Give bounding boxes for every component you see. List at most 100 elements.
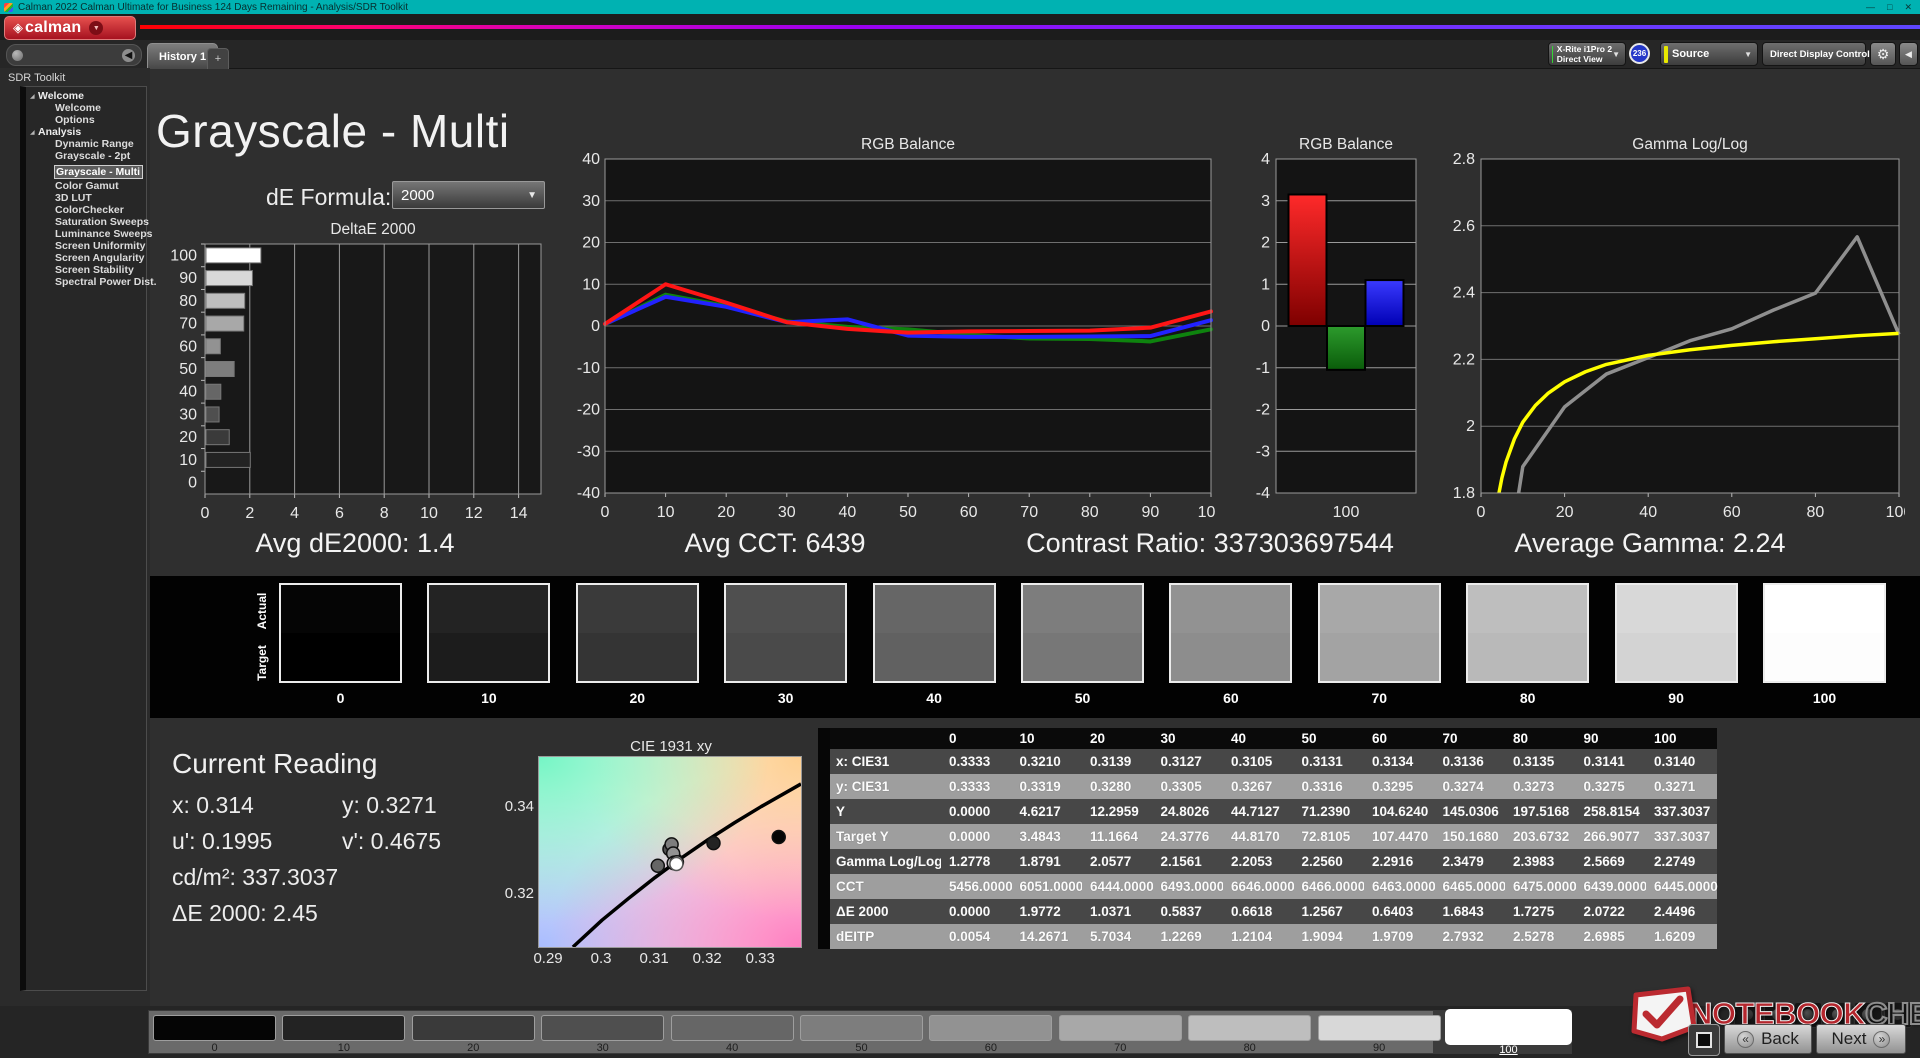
cie-y-tick: 0.34 xyxy=(496,798,534,815)
table-cell: 0.3280 xyxy=(1082,774,1153,799)
stop-button[interactable] xyxy=(1688,1024,1720,1056)
grayscale-level-button-40[interactable]: 40 xyxy=(671,1013,794,1053)
sidebar-item-dynamic-range[interactable]: Dynamic Range xyxy=(55,138,146,150)
grayscale-level-button-10[interactable]: 10 xyxy=(282,1013,405,1053)
table-cell: 1.9709 xyxy=(1364,924,1435,949)
sidebar-item-welcome[interactable]: Welcome xyxy=(55,102,146,114)
sidebar-item-screen-angularity[interactable]: Screen Angularity xyxy=(55,252,146,264)
stat-avg-de2000: Avg dE2000: 1.4 xyxy=(150,528,560,564)
grayscale-level-button-60[interactable]: 60 xyxy=(929,1013,1052,1053)
svg-text:2.6: 2.6 xyxy=(1453,218,1475,235)
source-dropdown[interactable]: Source ▼ xyxy=(1660,42,1758,66)
table-cell: 0.3136 xyxy=(1435,749,1506,774)
svg-text:4: 4 xyxy=(1261,151,1270,168)
close-button[interactable]: ✕ xyxy=(1904,2,1912,13)
level-button-swatch xyxy=(1059,1015,1182,1041)
calman-menu-button[interactable]: ◈ calman ▼ xyxy=(4,16,136,40)
table-cell: 2.3983 xyxy=(1505,849,1576,874)
target-row-label: Target xyxy=(255,645,269,681)
svg-text:2.4: 2.4 xyxy=(1453,285,1475,302)
svg-text:20: 20 xyxy=(717,504,735,521)
add-tab-button[interactable]: + xyxy=(207,48,229,69)
table-cell: 104.6240 xyxy=(1364,799,1435,824)
de-formula-dropdown[interactable]: 2000 ▼ xyxy=(392,181,545,209)
rgb-balance-bar-chart: RGB Balance43210-1-2-3-4100 xyxy=(1240,133,1422,532)
table-cell: 0.3139 xyxy=(1082,749,1153,774)
minimize-button[interactable]: — xyxy=(1866,2,1875,13)
next-label: Next xyxy=(1832,1029,1867,1049)
sidebar-item-saturation-sweeps[interactable]: Saturation Sweeps xyxy=(55,216,146,228)
chevron-left-icon: ◀ xyxy=(1905,49,1912,60)
level-button-label: 80 xyxy=(1188,1042,1311,1054)
grayscale-level-button-0[interactable]: 0 xyxy=(153,1013,276,1053)
maximize-button[interactable]: □ xyxy=(1887,2,1892,13)
grayscale-swatch-80 xyxy=(1466,583,1589,683)
grayscale-swatch-70 xyxy=(1318,583,1441,683)
sidebar-item-3d-lut[interactable]: 3D LUT xyxy=(55,192,146,204)
sidebar-item-options[interactable]: Options xyxy=(55,114,146,126)
table-cell: 2.2560 xyxy=(1294,849,1365,874)
sidebar-item-color-gamut[interactable]: Color Gamut xyxy=(55,180,146,192)
table-cell: 266.9077 xyxy=(1576,824,1647,849)
reading-u: u': 0.1995 xyxy=(172,828,342,855)
app-icon xyxy=(4,3,13,12)
svg-text:-10: -10 xyxy=(577,360,600,377)
meter-dropdown[interactable]: X-Rite i1Pro 2 Direct View ▼ xyxy=(1548,42,1626,66)
sidebar-item-screen-uniformity[interactable]: Screen Uniformity xyxy=(55,240,146,252)
grayscale-level-button-20[interactable]: 20 xyxy=(412,1013,535,1053)
next-button[interactable]: Next » xyxy=(1816,1024,1906,1054)
grayscale-level-button-100[interactable]: 100 xyxy=(1447,1013,1570,1053)
level-button-swatch xyxy=(671,1015,794,1041)
back-button[interactable]: « Back xyxy=(1724,1024,1812,1054)
sidebar-item-luminance-sweeps[interactable]: Luminance Sweeps xyxy=(55,228,146,240)
display-control-dropdown[interactable]: Direct Display Control ▼ xyxy=(1762,42,1866,66)
table-cell: 1.0371 xyxy=(1082,899,1153,924)
table-cell: 107.4470 xyxy=(1364,824,1435,849)
deltae-2000-chart: DeltaE 200002468101214100908070605040302… xyxy=(163,218,547,535)
tab-row: ◀ History 1 + X-Rite i1Pro 2 Direct View… xyxy=(0,40,1920,69)
grayscale-level-button-90[interactable]: 90 xyxy=(1318,1013,1441,1053)
reading-y: y: 0.3271 xyxy=(342,792,441,819)
grayscale-level-button-80[interactable]: 80 xyxy=(1188,1013,1311,1053)
meter-status-edge xyxy=(1552,46,1553,63)
level-button-swatch xyxy=(1188,1015,1311,1041)
grayscale-level-button-70[interactable]: 70 xyxy=(1059,1013,1182,1053)
chevron-down-icon: ▼ xyxy=(1612,50,1620,59)
svg-text:70: 70 xyxy=(1020,504,1038,521)
swatch-level-label: 10 xyxy=(427,690,550,706)
sidebar-item-grayscale-multi[interactable]: Grayscale - Multi xyxy=(54,165,143,179)
media-button-knob-icon xyxy=(1832,1009,1843,1020)
svg-text:10: 10 xyxy=(582,276,600,293)
swatch-level-label: 40 xyxy=(873,690,996,706)
grayscale-swatch-30 xyxy=(724,583,847,683)
stat-average-gamma: Average Gamma: 2.24 xyxy=(1430,528,1870,564)
collapse-toolbar-button[interactable]: ◀ xyxy=(1899,42,1918,66)
sidebar-item-colorchecker[interactable]: ColorChecker xyxy=(55,204,146,216)
sidebar-group-welcome[interactable]: ◢Welcome xyxy=(26,90,146,102)
chevron-down-icon: ▼ xyxy=(1744,50,1752,59)
table-row-label: dEITP xyxy=(830,924,941,949)
grayscale-level-panel: 010203040 50 6070 80 90 100 xyxy=(148,1010,1572,1054)
media-button-knob-icon xyxy=(1772,1009,1783,1020)
table-cell: 0.3105 xyxy=(1223,749,1294,774)
settings-button[interactable]: ⚙ xyxy=(1870,42,1896,66)
target-patch xyxy=(1320,633,1439,681)
grayscale-level-button-50[interactable]: 50 xyxy=(800,1013,923,1053)
level-button-swatch xyxy=(412,1015,535,1041)
level-button-label: 50 xyxy=(800,1042,923,1054)
sidebar-item-grayscale-2pt[interactable]: Grayscale - 2pt xyxy=(55,150,146,162)
grayscale-swatch-90 xyxy=(1615,583,1738,683)
table-cell: 2.6985 xyxy=(1576,924,1647,949)
table-cell: 0.3210 xyxy=(1012,749,1083,774)
sidebar-item-spectral-power-dist[interactable]: Spectral Power Dist. xyxy=(55,276,146,288)
svg-text:14: 14 xyxy=(510,505,528,522)
level-button-label: 100 xyxy=(1447,1044,1570,1056)
table-cell: 0.3127 xyxy=(1153,749,1224,774)
page-title: Grayscale - Multi xyxy=(156,104,510,158)
sidebar-item-screen-stability[interactable]: Screen Stability xyxy=(55,264,146,276)
sidebar-group-analysis[interactable]: ◢Analysis xyxy=(26,126,146,138)
table-cell: 72.8105 xyxy=(1294,824,1365,849)
grayscale-level-button-30[interactable]: 30 xyxy=(541,1013,664,1053)
panel-toggle-control[interactable]: ◀ xyxy=(6,44,142,66)
table-cell: 2.4496 xyxy=(1646,899,1717,924)
